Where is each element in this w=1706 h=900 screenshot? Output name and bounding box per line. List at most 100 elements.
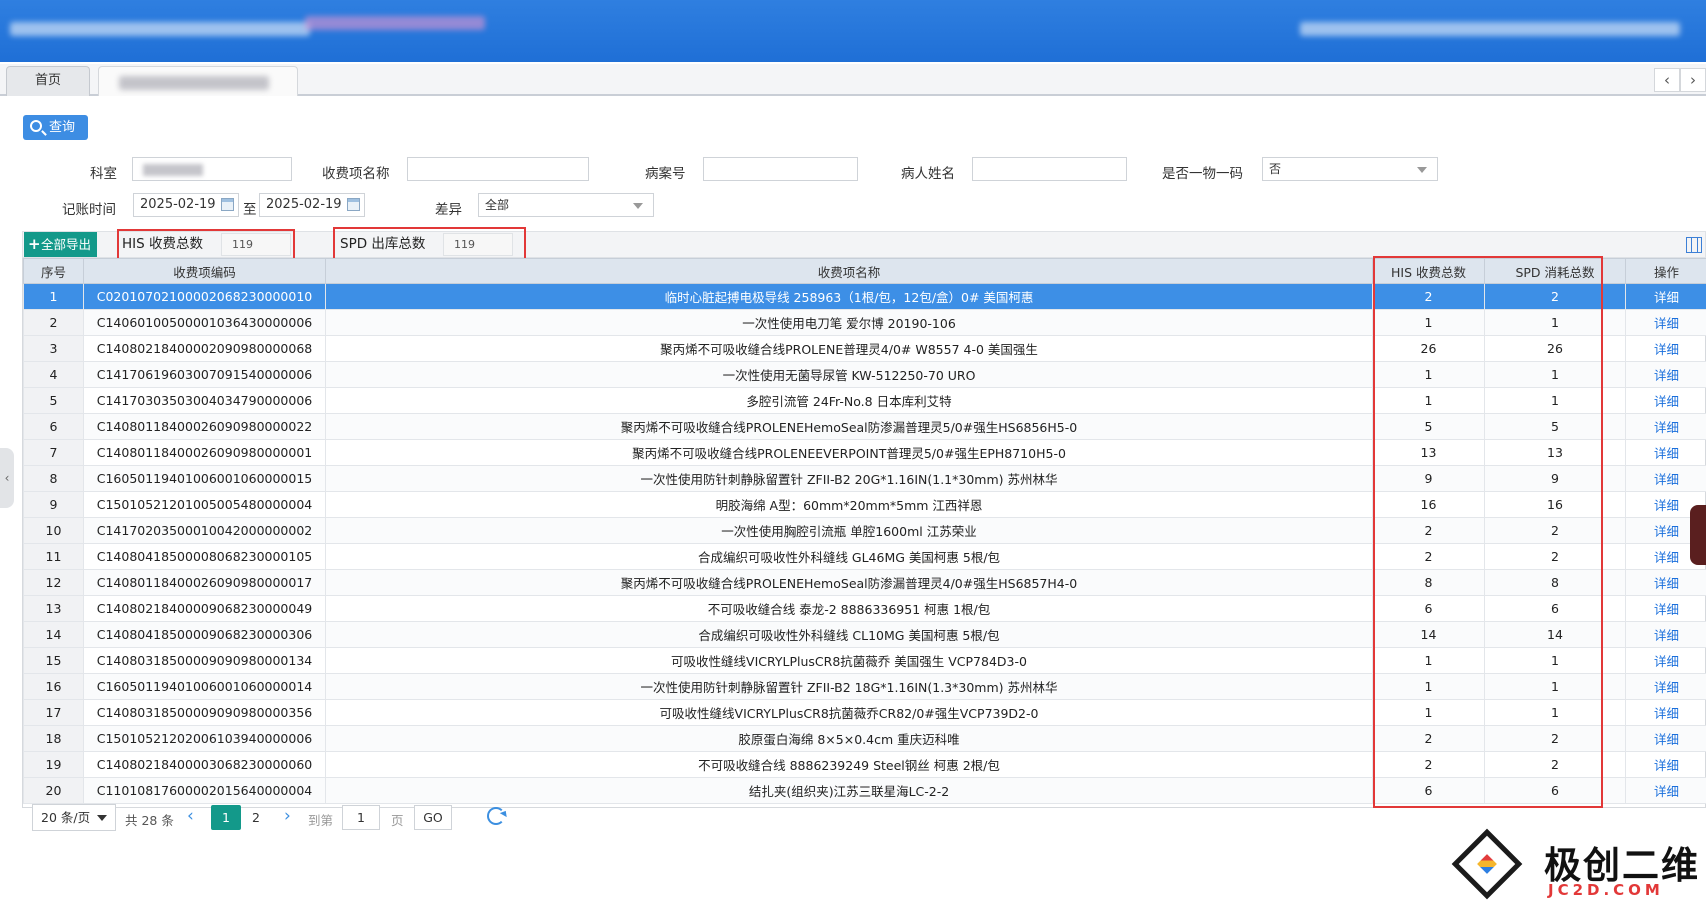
header-spd-total[interactable]: SPD 消耗总数 [1484,258,1626,284]
row-spd-total: 6 [1484,595,1626,622]
table-row[interactable]: 10 C14170203500010042000000002 一次性使用胸腔引流瓶 … [23,517,1706,544]
table-header-row: 序号 收费项编码 收费项名称 HIS 收费总数 SPD 消耗总数 操作 [23,258,1706,284]
spd-total-value: 119 [443,233,513,256]
go-button[interactable]: GO [414,805,452,830]
export-all-button[interactable]: 全部导出 [24,232,97,257]
table-row[interactable]: 3 C14080218400002090980000068 聚丙烯不可吸收缝合线PR… [23,335,1706,362]
detail-link[interactable]: 详细 [1654,368,1679,383]
goto-page-input[interactable]: 1 [342,805,380,830]
query-button[interactable]: 查询 [23,115,88,140]
table-row[interactable]: 12 C14080118400026090980000017 聚丙烯不可吸收缝合线P… [23,569,1706,596]
header-code[interactable]: 收费项编码 [83,258,326,284]
row-his-total: 1 [1372,361,1485,388]
table-row[interactable]: 13 C14080218400009068230000049 不可吸收缝合线 泰龙-… [23,595,1706,622]
tab-scroll-right-icon[interactable]: › [1680,68,1706,92]
detail-link[interactable]: 详细 [1654,602,1679,617]
table-row[interactable]: 14 C14080418500009068230000306 合成编织可吸收性外科缝… [23,621,1706,648]
detail-link[interactable]: 详细 [1654,732,1679,747]
diff-select[interactable]: 全部 [478,193,654,217]
detail-link[interactable]: 详细 [1654,446,1679,461]
table-row[interactable]: 2 C14060100500001036430000006 一次性使用电刀笔 爱尔博… [23,309,1706,336]
refresh-icon[interactable] [487,807,505,825]
table-row[interactable]: 16 C16050119401006001060000014 一次性使用防针刺静脉留… [23,673,1706,700]
row-name: 一次性使用防针刺静脉留置针 ZFII-B2 18G*1.16IN(1.3*30m… [325,673,1373,700]
watermark-logo-icon [1451,828,1523,900]
detail-link[interactable]: 详细 [1654,706,1679,721]
row-spd-total: 5 [1484,413,1626,440]
detail-link[interactable]: 详细 [1654,550,1679,565]
calendar-icon[interactable] [221,198,234,211]
detail-link[interactable]: 详细 [1654,758,1679,773]
column-settings-icon[interactable] [1686,237,1702,253]
page-2-button[interactable]: 2 [241,805,271,830]
date-from-input[interactable]: 2025-02-19 [133,193,239,217]
diff-label: 差异 [435,202,462,218]
tab-scroll-left-icon[interactable]: ‹ [1654,68,1680,92]
row-code: C14080418500009068230000306 [83,621,326,648]
dept-field[interactable] [132,157,292,181]
side-badge[interactable] [1690,505,1706,565]
next-page-icon[interactable]: › [284,806,291,826]
detail-link[interactable]: 详细 [1654,680,1679,695]
row-seq: 16 [23,673,84,700]
row-code: C15010521202006103940000006 [83,725,326,752]
table-row[interactable]: 18 C15010521202006103940000006 胶原蛋白海绵 8×5×… [23,725,1706,752]
tab-bar: 首页 ‹ › [0,64,1706,96]
detail-link[interactable]: 详细 [1654,290,1679,305]
charge-item-input[interactable] [407,157,589,181]
detail-link[interactable]: 详细 [1654,524,1679,539]
detail-link[interactable]: 详细 [1654,472,1679,487]
header-name[interactable]: 收费项名称 [325,258,1373,284]
header-his-total[interactable]: HIS 收费总数 [1372,258,1485,284]
detail-link[interactable]: 详细 [1654,628,1679,643]
tab-home[interactable]: 首页 [6,66,90,96]
one-code-select[interactable]: 否 [1262,157,1438,181]
header-banner [0,0,1706,62]
table-row[interactable]: 5 C14170303503004034790000006 多腔引流管 24Fr-N… [23,387,1706,414]
detail-link[interactable]: 详细 [1654,576,1679,591]
row-name: 不可吸收缝合线 8886239249 Steel钢丝 柯惠 2根/包 [325,751,1373,778]
table-row[interactable]: 7 C14080118400026090980000001 聚丙烯不可吸收缝合线PR… [23,439,1706,466]
calendar-icon[interactable] [347,198,360,211]
row-name: 聚丙烯不可吸收缝合线PROLENEHemoSeal防渗漏普理灵4/0#强生HS6… [325,569,1373,596]
one-code-label: 是否一物一码 [1162,166,1243,182]
page-1-button[interactable]: 1 [211,805,241,830]
detail-link[interactable]: 详细 [1654,316,1679,331]
case-no-input[interactable] [703,157,858,181]
row-code: C02010702100002068230000010 [83,283,326,310]
table-row[interactable]: 11 C14080418500008068230000105 合成编织可吸收性外科缝… [23,543,1706,570]
row-code: C14060100500001036430000006 [83,309,326,336]
table-row[interactable]: 4 C14170619603007091540000006 一次性使用无菌导尿管 K… [23,361,1706,388]
detail-link[interactable]: 详细 [1654,498,1679,513]
blurred-dept-value [143,164,203,176]
detail-link[interactable]: 详细 [1654,420,1679,435]
table-row[interactable]: 1 C02010702100002068230000010 临时心脏起搏电极导线 2… [23,283,1706,310]
date-label: 记账时间 [62,202,116,218]
date-to-input[interactable]: 2025-02-19 [259,193,365,217]
page-size-select[interactable]: 20 条/页 [32,804,116,831]
page-size-value: 20 条/页 [41,810,91,825]
patient-name-input[interactable] [972,157,1127,181]
goto-label: 到第 [308,813,334,828]
table-row[interactable]: 6 C14080118400026090980000022 聚丙烯不可吸收缝合线PR… [23,413,1706,440]
row-op: 详细 [1625,725,1706,752]
detail-link[interactable]: 详细 [1654,342,1679,357]
tab-current[interactable] [98,66,298,96]
table-row[interactable]: 15 C14080318500009090980000134 可吸收性缝线VICRY… [23,647,1706,674]
table-row[interactable]: 8 C16050119401006001060000015 一次性使用防针刺静脉留置… [23,465,1706,492]
detail-link[interactable]: 详细 [1654,394,1679,409]
prev-page-icon[interactable]: ‹ [187,806,194,826]
detail-link[interactable]: 详细 [1654,784,1679,799]
page-unit-label: 页 [391,813,404,828]
header-op: 操作 [1625,258,1706,284]
collapse-left-icon[interactable]: ‹ [0,448,14,508]
table-row[interactable]: 17 C14080318500009090980000356 可吸收性缝线VICRY… [23,699,1706,726]
table-row[interactable]: 19 C14080218400003068230000060 不可吸收缝合线 888… [23,751,1706,778]
row-name: 临时心脏起搏电极导线 258963（1根/包，12包/盒）0# 美国柯惠 [325,283,1373,310]
row-seq: 12 [23,569,84,596]
row-his-total: 13 [1372,439,1485,466]
row-name: 明胶海绵 A型：60mm*20mm*5mm 江西祥恩 [325,491,1373,518]
table-row[interactable]: 9 C15010521201005005480000004 明胶海绵 A型：60mm… [23,491,1706,518]
detail-link[interactable]: 详细 [1654,654,1679,669]
row-code: C14080318500009090980000134 [83,647,326,674]
